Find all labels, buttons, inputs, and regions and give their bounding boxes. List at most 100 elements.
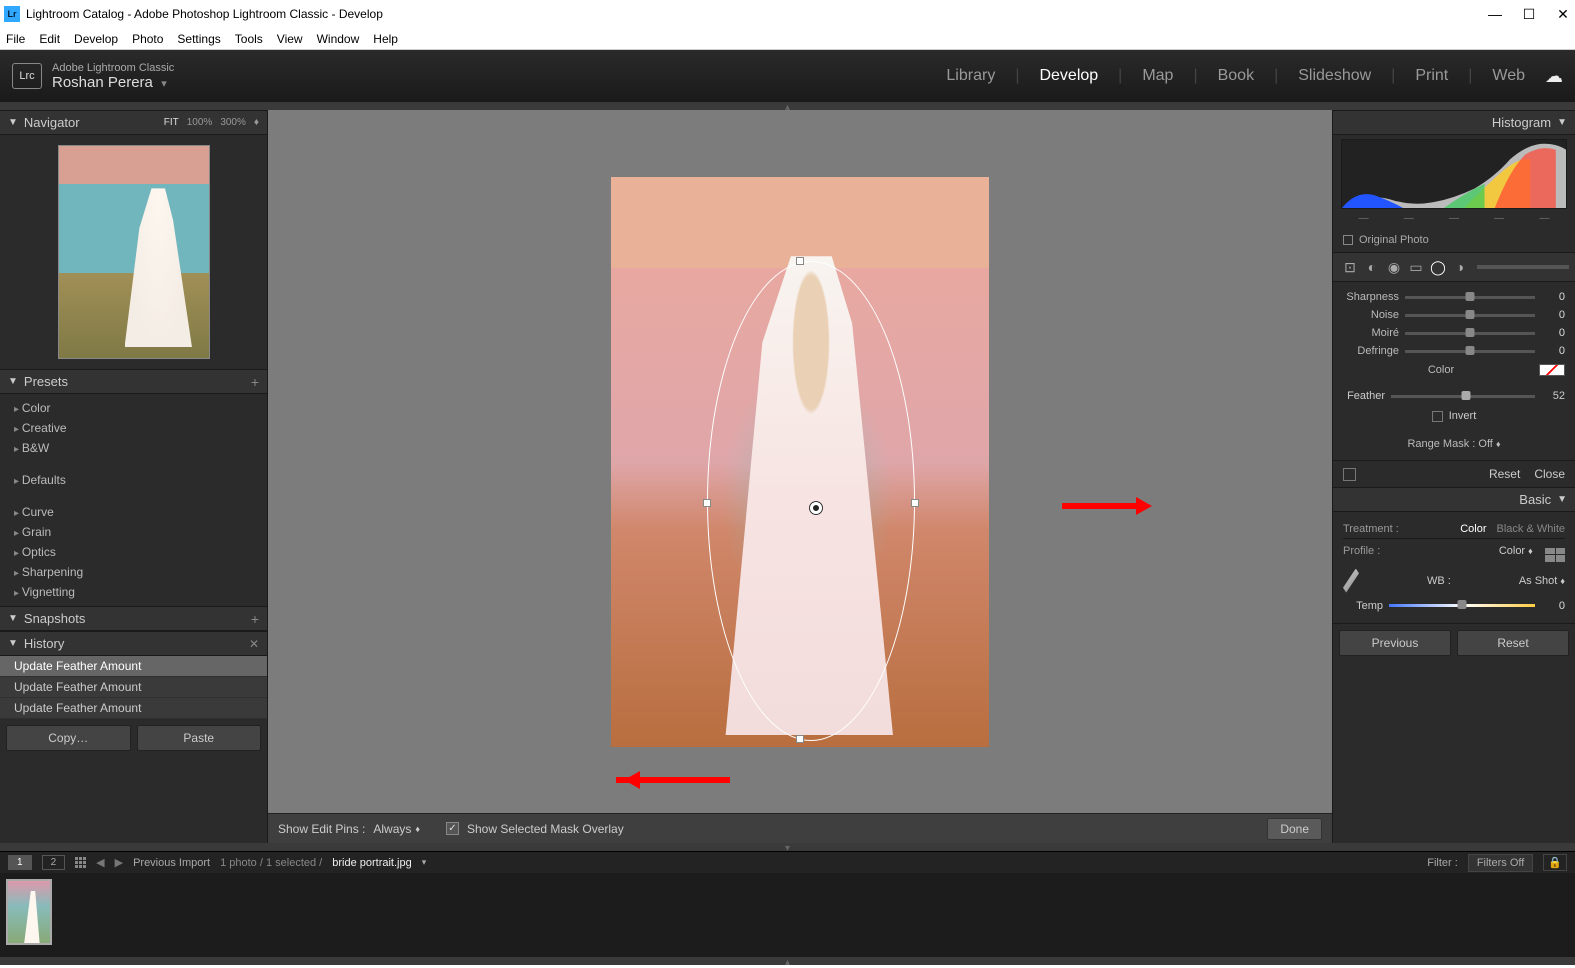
wb-dropdown[interactable]: As Shot ♦ (1519, 575, 1565, 587)
history-header[interactable]: ▼ History ✕ (0, 631, 267, 656)
preset-creative[interactable]: Creative (0, 418, 267, 438)
module-web[interactable]: Web (1492, 67, 1525, 85)
noise-value[interactable]: 0 (1541, 309, 1565, 321)
moire-value[interactable]: 0 (1541, 327, 1565, 339)
presets-header[interactable]: ▼ Presets + (0, 369, 267, 394)
feather-value[interactable]: 52 (1541, 390, 1565, 402)
defringe-slider[interactable] (1405, 350, 1535, 353)
grid-view-icon[interactable] (75, 857, 86, 868)
menu-edit[interactable]: Edit (39, 32, 60, 46)
preset-vignetting[interactable]: Vignetting (0, 582, 267, 602)
paste-button[interactable]: Paste (137, 725, 262, 751)
sharpness-slider[interactable] (1405, 296, 1535, 299)
history-row[interactable]: Update Feather Amount (0, 698, 267, 719)
zoom-300[interactable]: 300% (220, 117, 246, 128)
mask-overlay-checkbox[interactable]: ✓ (446, 822, 459, 835)
filmstrip-thumbnail[interactable] (6, 879, 52, 945)
basic-header[interactable]: Basic ▼ (1333, 487, 1575, 512)
show-edit-pins-dropdown[interactable]: Always ♦ (373, 822, 420, 836)
module-develop[interactable]: Develop (1039, 67, 1098, 85)
reset-button[interactable]: Reset (1457, 630, 1569, 656)
module-print[interactable]: Print (1415, 67, 1448, 85)
gradient-tool-icon[interactable]: ▭ (1405, 256, 1427, 278)
brush-tool-icon[interactable]: ◑ (1449, 256, 1471, 278)
profile-dropdown[interactable]: Color ♦ (1499, 545, 1533, 557)
previous-button[interactable]: Previous (1339, 630, 1451, 656)
zoom-fit[interactable]: FIT (164, 117, 179, 128)
preset-optics[interactable]: Optics (0, 542, 267, 562)
top-panel-toggle[interactable] (0, 102, 1575, 110)
preset-color[interactable]: Color (0, 398, 267, 418)
done-button[interactable]: Done (1267, 818, 1322, 840)
redeye-tool-icon[interactable]: ◉ (1383, 256, 1405, 278)
color-swatch-picker[interactable] (1539, 364, 1565, 376)
radial-handle-top[interactable] (796, 257, 804, 265)
filter-lock-icon[interactable]: 🔒 (1543, 854, 1567, 871)
histogram-graph[interactable] (1341, 139, 1567, 209)
menu-develop[interactable]: Develop (74, 32, 118, 46)
source-label[interactable]: Previous Import (133, 857, 210, 869)
window-minimize-button[interactable]: — (1487, 6, 1503, 23)
menu-window[interactable]: Window (317, 32, 360, 46)
image-canvas[interactable] (268, 110, 1332, 813)
preset-curve[interactable]: Curve (0, 502, 267, 522)
navigator-header[interactable]: ▼ Navigator FIT 100% 300% ♦ (0, 110, 267, 135)
range-mask-dropdown[interactable]: Off ♦ (1478, 438, 1500, 450)
nav-forward-icon[interactable]: ▶ (115, 856, 123, 869)
screen-1-button[interactable]: 1 (8, 855, 32, 870)
mask-toggle-icon[interactable] (1343, 468, 1356, 481)
histogram-header[interactable]: Histogram ▼ (1333, 110, 1575, 135)
close-mask-button[interactable]: Close (1534, 467, 1565, 481)
screen-2-button[interactable]: 2 (42, 855, 66, 870)
radial-tool-icon[interactable]: ◯ (1427, 256, 1449, 278)
menu-settings[interactable]: Settings (177, 32, 220, 46)
add-preset-button[interactable]: + (251, 374, 259, 390)
radial-handle-left[interactable] (703, 499, 711, 507)
module-slideshow[interactable]: Slideshow (1298, 67, 1371, 85)
sharpness-value[interactable]: 0 (1541, 291, 1565, 303)
tool-amount-slider[interactable] (1477, 265, 1569, 269)
temp-value[interactable]: 0 (1541, 600, 1565, 612)
filename-dropdown-icon[interactable]: ▾ (422, 857, 427, 868)
filter-dropdown[interactable]: Filters Off (1468, 854, 1533, 872)
menu-photo[interactable]: Photo (132, 32, 163, 46)
zoom-100[interactable]: 100% (187, 117, 213, 128)
history-row[interactable]: Update Feather Amount (0, 677, 267, 698)
preset-sharpening[interactable]: Sharpening (0, 562, 267, 582)
identity-dropdown-icon[interactable]: ▾ (161, 78, 167, 90)
reset-mask-button[interactable]: Reset (1489, 467, 1520, 481)
module-map[interactable]: Map (1142, 67, 1173, 85)
history-row[interactable]: Update Feather Amount (0, 656, 267, 677)
radial-handle-bottom[interactable] (796, 735, 804, 743)
profile-browser-icon[interactable] (1545, 548, 1565, 562)
window-close-button[interactable]: ✕ (1555, 6, 1571, 23)
menu-help[interactable]: Help (373, 32, 398, 46)
cloud-sync-icon[interactable]: ☁ (1545, 66, 1563, 87)
radial-pin[interactable] (809, 501, 823, 515)
wb-eyedropper-icon[interactable] (1343, 569, 1359, 593)
treatment-bw[interactable]: Black & White (1497, 523, 1565, 535)
treatment-color[interactable]: Color (1460, 523, 1486, 535)
bottom-panel-toggle[interactable] (0, 957, 1575, 965)
filmstrip-toggle[interactable] (0, 843, 1575, 851)
temp-slider[interactable] (1389, 604, 1535, 607)
copy-button[interactable]: Copy… (6, 725, 131, 751)
module-library[interactable]: Library (946, 67, 995, 85)
menu-file[interactable]: File (6, 32, 25, 46)
crop-tool-icon[interactable]: ⊡ (1339, 256, 1361, 278)
menu-view[interactable]: View (277, 32, 303, 46)
radial-handle-right[interactable] (911, 499, 919, 507)
add-snapshot-button[interactable]: + (251, 611, 259, 627)
snapshots-header[interactable]: ▼ Snapshots + (0, 606, 267, 631)
radial-filter-oval[interactable] (707, 261, 915, 741)
preset-defaults[interactable]: Defaults (0, 470, 267, 490)
module-book[interactable]: Book (1218, 67, 1254, 85)
window-maximize-button[interactable]: ☐ (1521, 6, 1537, 23)
invert-checkbox[interactable] (1432, 411, 1443, 422)
noise-slider[interactable] (1405, 314, 1535, 317)
feather-slider[interactable] (1391, 395, 1535, 398)
navigator-thumbnail[interactable] (58, 145, 210, 359)
moire-slider[interactable] (1405, 332, 1535, 335)
zoom-dropdown-icon[interactable]: ♦ (254, 117, 259, 128)
nav-back-icon[interactable]: ◀ (96, 856, 104, 869)
